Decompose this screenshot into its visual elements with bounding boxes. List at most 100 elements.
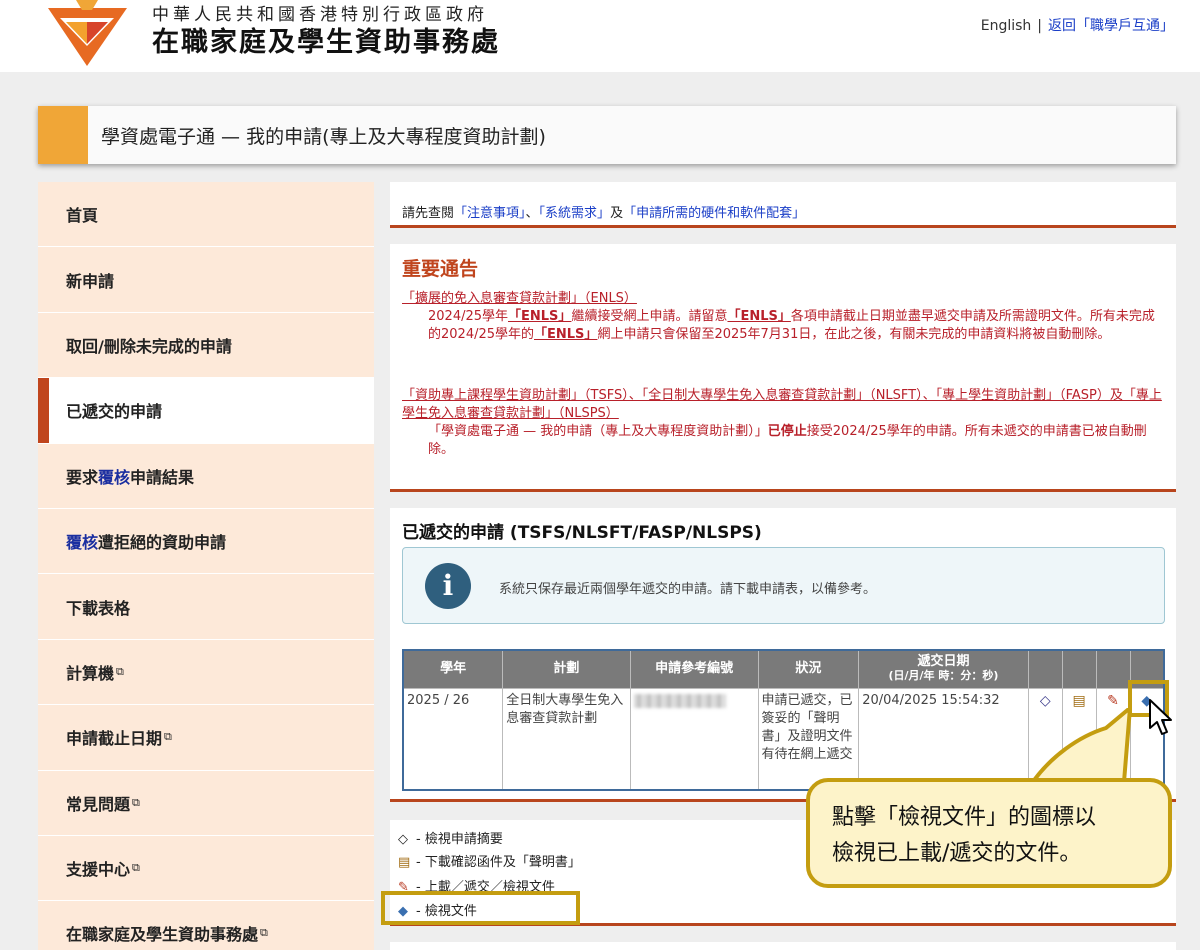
cell-status: 申請已遞交，已簽妥的「聲明書」及證明文件有待在網上遞交 <box>757 687 860 791</box>
top-header: 中華人民共和國香港特別行政區政府 在職家庭及學生資助事務處 English | 返回… <box>0 0 1200 72</box>
callout-line-1: 點擊「檢視文件」的圖標以 <box>832 805 1097 830</box>
col-date-format: (日/月/年 時：分：秒) <box>888 669 999 683</box>
sidebar-item-faq[interactable]: 常見問題 ⧉ <box>38 770 374 836</box>
prerequisites-line: 請先查閱「注意事項」、「系統需求」及「申請所需的硬件和軟件配套」 <box>402 202 805 221</box>
notice-text: 網上申請只會保留至2025年7月31日，在此之後，有關未完成的申請資料將被自動刪… <box>597 327 1111 342</box>
col-status: 狀況 <box>757 649 860 689</box>
callout-text: 點擊「檢視文件」的圖標以 檢視已上載/遞交的文件。 <box>832 800 1096 872</box>
sidebar-item-retrieve-delete[interactable]: 取回/刪除未完成的申請 <box>38 312 374 379</box>
mouse-pointer-icon <box>1149 699 1172 735</box>
sidebar-item-label-post: 申請結果 <box>130 467 195 487</box>
sidebar-item-download-forms[interactable]: 下載表格 <box>38 574 374 640</box>
org-name: 在職家庭及學生資助事務處 <box>152 27 500 58</box>
sidebar-item-label: 計算機 <box>66 663 115 683</box>
sidebar-item-keyword: 覆核 <box>66 533 99 553</box>
header-links: English | 返回「職學戶互通」 <box>981 15 1174 35</box>
notice-text: 2024/25學年 <box>428 309 509 324</box>
prerequisites-text: 及 <box>610 206 624 221</box>
callout-tail <box>1020 708 1140 786</box>
highlight-view-documents-legend <box>381 891 580 925</box>
wfsfaa-logo-icon[interactable] <box>40 0 135 68</box>
col-action-1 <box>1027 649 1063 689</box>
col-scheme: 計劃 <box>502 649 631 689</box>
callout-line-2: 檢視已上載/遞交的文件。 <box>832 841 1082 866</box>
title-accent <box>38 106 88 164</box>
sidebar-item-wfsfaa[interactable]: 在職家庭及學生資助事務處 ⧉ <box>38 901 374 950</box>
summary-icon[interactable]: ◇ <box>1032 692 1059 710</box>
cell-date: 20/04/2025 15:54:32 <box>858 687 1029 791</box>
cell-year: 2025 / 26 <box>402 687 504 791</box>
legend-label: - 檢視申請摘要 <box>416 832 503 847</box>
table-header-row: 學年 計劃 申請參考編號 狀況 遞交日期 (日/月/年 時：分：秒) <box>402 649 1165 689</box>
info-message-box: i 系統只保存最近兩個學年遞交的申請。請下載申請表，以備參考。 <box>402 547 1165 624</box>
cell-ref <box>629 687 759 791</box>
sidebar-item-label: 已遞交的申請 <box>66 402 163 422</box>
submitted-heading: 已遞交的申請 (TSFS/NLSFT/FASP/NLSPS) <box>402 523 762 543</box>
legend-label: - 下載確認函件及「聲明書」 <box>416 855 581 870</box>
notice-body: 「學資處電子通 — 我的申請（專上及大專程度資助計劃）」已停止接受2024/25… <box>402 423 1166 459</box>
external-link-icon: ⧉ <box>116 664 124 678</box>
sidebar-item-request-review[interactable]: 要求 覆核 申請結果 <box>38 443 374 509</box>
sidebar-item-home[interactable]: 首頁 <box>38 182 374 248</box>
system-requirements-link[interactable]: 「系統需求」 <box>539 206 611 221</box>
notes-link[interactable]: 「注意事項」 <box>454 206 526 221</box>
notice-emphasis: 「ENLS」 <box>727 309 791 324</box>
back-to-portal-link[interactable]: 返回「職學戶互通」 <box>1048 18 1174 34</box>
prerequisites-text: 請先查閱 <box>402 206 455 221</box>
sidebar-item-label: 支援中心 <box>66 860 131 880</box>
sidebar-item-review-rejected[interactable]: 覆核 遭拒絕的資助申請 <box>38 508 374 575</box>
notice-emphasis: 已停止 <box>767 424 807 439</box>
summary-icon: ◇ <box>398 832 408 847</box>
sidebar-nav: 首頁 新申請 取回/刪除未完成的申請 已遞交的申請 要求 覆核 申請結果 覆核 遭拒絕… <box>38 182 374 950</box>
notice-body: 2024/25學年「ENLS」繼續接受網上申請。請留意「ENLS」各項申請截止日… <box>402 308 1166 344</box>
header-separator: | <box>1037 18 1042 34</box>
sidebar-item-submitted[interactable]: 已遞交的申請 <box>38 378 374 444</box>
legend-item-summary: ◇ - 檢視申請摘要 <box>398 828 503 847</box>
prerequisites-panel: 請先查閱「注意事項」、「系統需求」及「申請所需的硬件和軟件配套」 <box>390 182 1176 228</box>
hardware-software-link[interactable]: 「申請所需的硬件和軟件配套」 <box>623 206 805 221</box>
col-action-2 <box>1061 649 1097 689</box>
sidebar-item-support[interactable]: 支援中心 ⧉ <box>38 835 374 902</box>
page-title-bar: 學資處電子通 — 我的申請(專上及大專程度資助計劃) <box>38 106 1176 164</box>
sidebar-item-label: 常見問題 <box>66 794 131 814</box>
col-date: 遞交日期 (日/月/年 時：分：秒) <box>858 649 1029 689</box>
upload-icon[interactable]: ✎ <box>1100 692 1127 710</box>
english-link[interactable]: English <box>981 18 1032 34</box>
cell-scheme: 全日制大專學生免入息審查貸款計劃 <box>502 687 631 791</box>
notice-text: 「學資處電子通 — 我的申請（專上及大專程度資助計劃）」 <box>428 424 768 439</box>
redacted-reference <box>633 693 726 708</box>
info-message: 系統只保存最近兩個學年遞交的申請。請下載申請表，以備參考。 <box>499 582 877 597</box>
bottom-panel-edge <box>390 942 1176 950</box>
important-notices-panel: 重要通告 「擴展的免入息審查貸款計劃」（ENLS） 2024/25學年「ENLS… <box>390 244 1176 492</box>
col-action-3 <box>1095 649 1131 689</box>
sidebar-item-deadlines[interactable]: 申請截止日期 ⧉ <box>38 705 374 771</box>
sidebar-item-label: 在職家庭及學生資助事務處 <box>66 925 259 945</box>
external-link-icon: ⧉ <box>164 730 172 744</box>
sidebar-item-label-post: 遭拒絕的資助申請 <box>98 533 227 553</box>
tutorial-callout: 點擊「檢視文件」的圖標以 檢視已上載/遞交的文件。 <box>806 778 1172 888</box>
notice-emphasis: 「ENLS」 <box>508 309 572 324</box>
col-date-label: 遞交日期 <box>917 654 970 670</box>
sidebar-item-label: 取回/刪除未完成的申請 <box>66 336 232 356</box>
download-notice-icon[interactable]: ▤ <box>1066 692 1093 710</box>
sidebar-item-label-pre: 要求 <box>66 467 99 487</box>
notice-enls: 「擴展的免入息審查貸款計劃」（ENLS） 2024/25學年「ENLS」繼續接受… <box>402 290 1166 344</box>
sidebar-item-label: 首頁 <box>66 206 99 226</box>
notice-title: 「擴展的免入息審查貸款計劃」（ENLS） <box>402 291 637 306</box>
sidebar-item-label: 申請截止日期 <box>66 729 163 749</box>
prerequisites-text: 、 <box>525 206 539 221</box>
page-title: 學資處電子通 — 我的申請(專上及大專程度資助計劃) <box>101 126 546 148</box>
sidebar-item-label: 下載表格 <box>66 598 131 618</box>
legend-item-download: ▤ - 下載確認函件及「聲明書」 <box>398 851 581 870</box>
notice-emphasis: 「ENLS」 <box>534 327 598 342</box>
important-notices-heading: 重要通告 <box>402 258 479 280</box>
sidebar-item-keyword: 覆核 <box>98 467 131 487</box>
sidebar-item-label: 新申請 <box>66 271 115 291</box>
sidebar-item-new-application[interactable]: 新申請 <box>38 247 374 313</box>
col-ref: 申請參考編號 <box>629 649 759 689</box>
notice-tsfs: 「資助專上課程學生資助計劃」（TSFS）、「全日制大專學生免入息審查貸款計劃」（… <box>402 387 1166 459</box>
notice-text: 繼續接受網上申請。請留意 <box>571 309 728 324</box>
download-notice-icon: ▤ <box>398 855 411 870</box>
sidebar-item-calculator[interactable]: 計算機 ⧉ <box>38 639 374 706</box>
info-icon: i <box>425 563 471 609</box>
